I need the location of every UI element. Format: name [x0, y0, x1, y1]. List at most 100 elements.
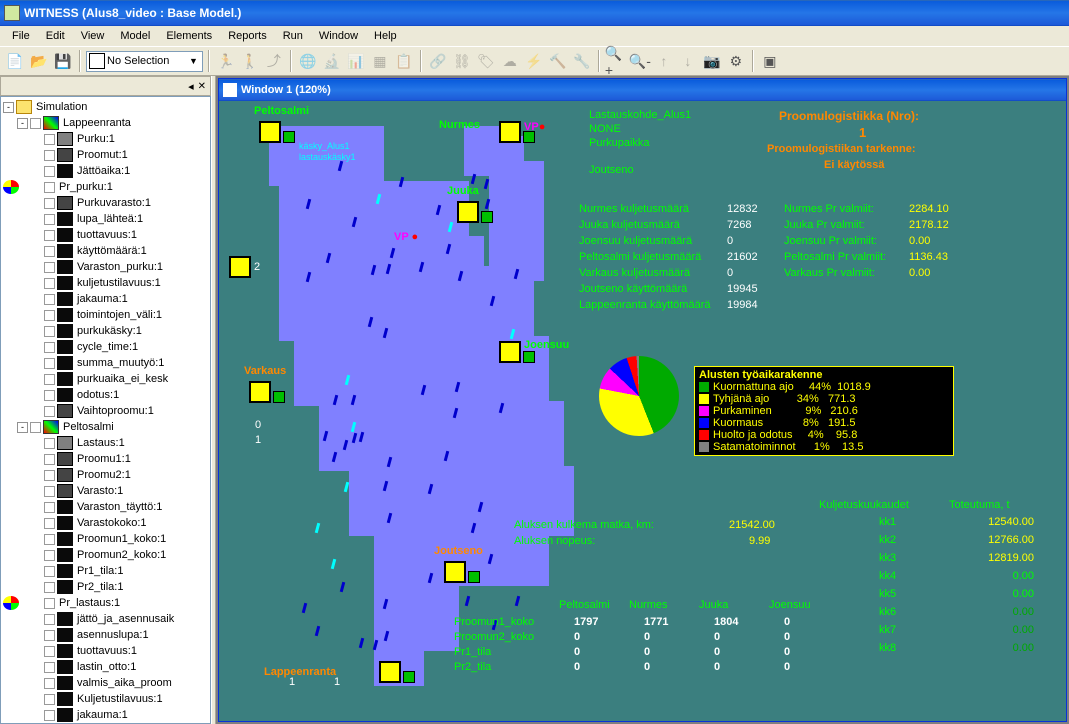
zoom-in-icon[interactable]: 🔍+	[605, 50, 627, 72]
map-node-joensuu[interactable]	[499, 341, 521, 363]
unlink-icon[interactable]: ⛓	[451, 50, 473, 72]
step-icon[interactable]: ⤴	[263, 50, 285, 72]
menu-file[interactable]: File	[4, 28, 38, 44]
checkbox[interactable]	[44, 230, 55, 241]
tree-row[interactable]: Varasto:1	[3, 483, 208, 499]
tree-row[interactable]: lastin_otto:1	[3, 659, 208, 675]
walk-icon[interactable]: 🚶	[239, 50, 261, 72]
tree-collapse-icon[interactable]: ◂	[188, 80, 194, 93]
tree-row[interactable]: lupa_lähteä:1	[3, 211, 208, 227]
tree-row[interactable]: Proomun2_koko:1	[3, 547, 208, 563]
checkbox[interactable]	[30, 422, 41, 433]
tree-row[interactable]: jakauma:1	[3, 707, 208, 723]
tree-row[interactable]: Kuljetustilavuus:1	[3, 691, 208, 707]
tree-row[interactable]: Vaihtoproomu:1	[3, 403, 208, 419]
checkbox[interactable]	[44, 646, 55, 657]
tree-row[interactable]: Proomun1_koko:1	[3, 531, 208, 547]
run-icon[interactable]: 🏃	[215, 50, 237, 72]
globe-icon[interactable]: 🌐	[297, 50, 319, 72]
zoom-out-icon[interactable]: 🔍-	[629, 50, 651, 72]
map-node-joutseno[interactable]	[444, 561, 466, 583]
checkbox[interactable]	[44, 262, 55, 273]
menu-reports[interactable]: Reports	[220, 28, 275, 44]
tree-row[interactable]: käyttömäärä:1	[3, 243, 208, 259]
new-file-icon[interactable]: 📄	[4, 50, 26, 72]
tree-row[interactable]: Pr2_tila:1	[3, 579, 208, 595]
wrench-icon[interactable]: 🔧	[571, 50, 593, 72]
checkbox[interactable]	[44, 246, 55, 257]
tree-row[interactable]: toimintojen_väli:1	[3, 307, 208, 323]
checkbox[interactable]	[44, 374, 55, 385]
map-node-peltosalmi[interactable]	[259, 121, 281, 143]
simulation-canvas[interactable]: PeltosalmiNurmesJuukaJoensuuVarkausJouts…	[219, 101, 1066, 721]
checkbox[interactable]	[44, 326, 55, 337]
checkbox[interactable]	[44, 390, 55, 401]
tree-row[interactable]: tuottavuus:1	[3, 643, 208, 659]
checkbox[interactable]	[44, 550, 55, 561]
map-node-juuka[interactable]	[457, 201, 479, 223]
map-node-extra[interactable]	[229, 256, 251, 278]
checkbox[interactable]	[44, 406, 55, 417]
open-file-icon[interactable]: 📂	[28, 50, 50, 72]
tree-view[interactable]: -Simulation-LappeenrantaPurku:1Proomut:1…	[0, 96, 211, 724]
tree-row[interactable]: cycle_time:1	[3, 339, 208, 355]
expand-icon[interactable]: -	[3, 102, 14, 113]
tree-row[interactable]: purkukäsky:1	[3, 323, 208, 339]
checkbox[interactable]	[44, 678, 55, 689]
checkbox[interactable]	[44, 502, 55, 513]
tree-row[interactable]: jättö_ja_asennusaik	[3, 611, 208, 627]
table-icon[interactable]: ▦	[369, 50, 391, 72]
tree-row[interactable]: Pr1_tila:1	[3, 563, 208, 579]
map-node-nurmes[interactable]	[499, 121, 521, 143]
checkbox[interactable]	[44, 342, 55, 353]
tree-row[interactable]: Proomu1:1	[3, 451, 208, 467]
tree-close-icon[interactable]: ✕	[198, 81, 206, 92]
save-file-icon[interactable]: 💾	[52, 50, 74, 72]
checkbox[interactable]	[44, 214, 55, 225]
tree-row[interactable]: kuljetustilavuus:1	[3, 275, 208, 291]
selection-box[interactable]: ▼	[86, 51, 203, 72]
checkbox[interactable]	[44, 614, 55, 625]
tree-row[interactable]: Purku:1	[3, 131, 208, 147]
menu-view[interactable]: View	[73, 28, 113, 44]
menu-window[interactable]: Window	[311, 28, 366, 44]
expand-icon[interactable]: -	[17, 118, 28, 129]
link-icon[interactable]: 🔗	[427, 50, 449, 72]
selection-input[interactable]	[107, 55, 187, 67]
checkbox[interactable]	[44, 166, 55, 177]
tag-icon[interactable]: 🏷	[475, 50, 497, 72]
checkbox[interactable]	[44, 182, 55, 193]
checkbox[interactable]	[44, 294, 55, 305]
tree-row[interactable]: Pr_purku:1	[3, 179, 208, 195]
tree-row[interactable]: jakauma:1	[3, 291, 208, 307]
chart-icon[interactable]: 📊	[345, 50, 367, 72]
tree-row[interactable]: Purkuvarasto:1	[3, 195, 208, 211]
tree-row[interactable]: valmis_aika_proom	[3, 675, 208, 691]
tree-row[interactable]: Pr_lastaus:1	[3, 595, 208, 611]
tree-row[interactable]: summa_muutyö:1	[3, 355, 208, 371]
tree-row[interactable]: asennuslupa:1	[3, 627, 208, 643]
tree-row[interactable]: odotus:1	[3, 387, 208, 403]
checkbox[interactable]	[44, 310, 55, 321]
checkbox[interactable]	[44, 598, 55, 609]
tree-row[interactable]: Proomu2:1	[3, 467, 208, 483]
menu-run[interactable]: Run	[275, 28, 311, 44]
checkbox[interactable]	[44, 486, 55, 497]
checkbox[interactable]	[44, 134, 55, 145]
lightning-icon[interactable]: ⚡	[523, 50, 545, 72]
tree-row[interactable]: Varaston_purku:1	[3, 259, 208, 275]
tree-row[interactable]: tuottavuus:1	[3, 227, 208, 243]
menu-model[interactable]: Model	[112, 28, 158, 44]
checkbox[interactable]	[44, 454, 55, 465]
tree-row[interactable]: Jättöaika:1	[3, 163, 208, 179]
checkbox[interactable]	[44, 710, 55, 721]
subwindow-titlebar[interactable]: Window 1 (120%)	[219, 79, 1066, 101]
settings-icon[interactable]: ⚙	[725, 50, 747, 72]
tree-row[interactable]: -Simulation	[3, 99, 208, 115]
tree-row[interactable]: Varastokoko:1	[3, 515, 208, 531]
hammer-icon[interactable]: 🔨	[547, 50, 569, 72]
arrow-down-icon[interactable]: ↓	[677, 50, 699, 72]
checkbox[interactable]	[44, 470, 55, 481]
microscope-icon[interactable]: 🔬	[321, 50, 343, 72]
checkbox[interactable]	[30, 118, 41, 129]
